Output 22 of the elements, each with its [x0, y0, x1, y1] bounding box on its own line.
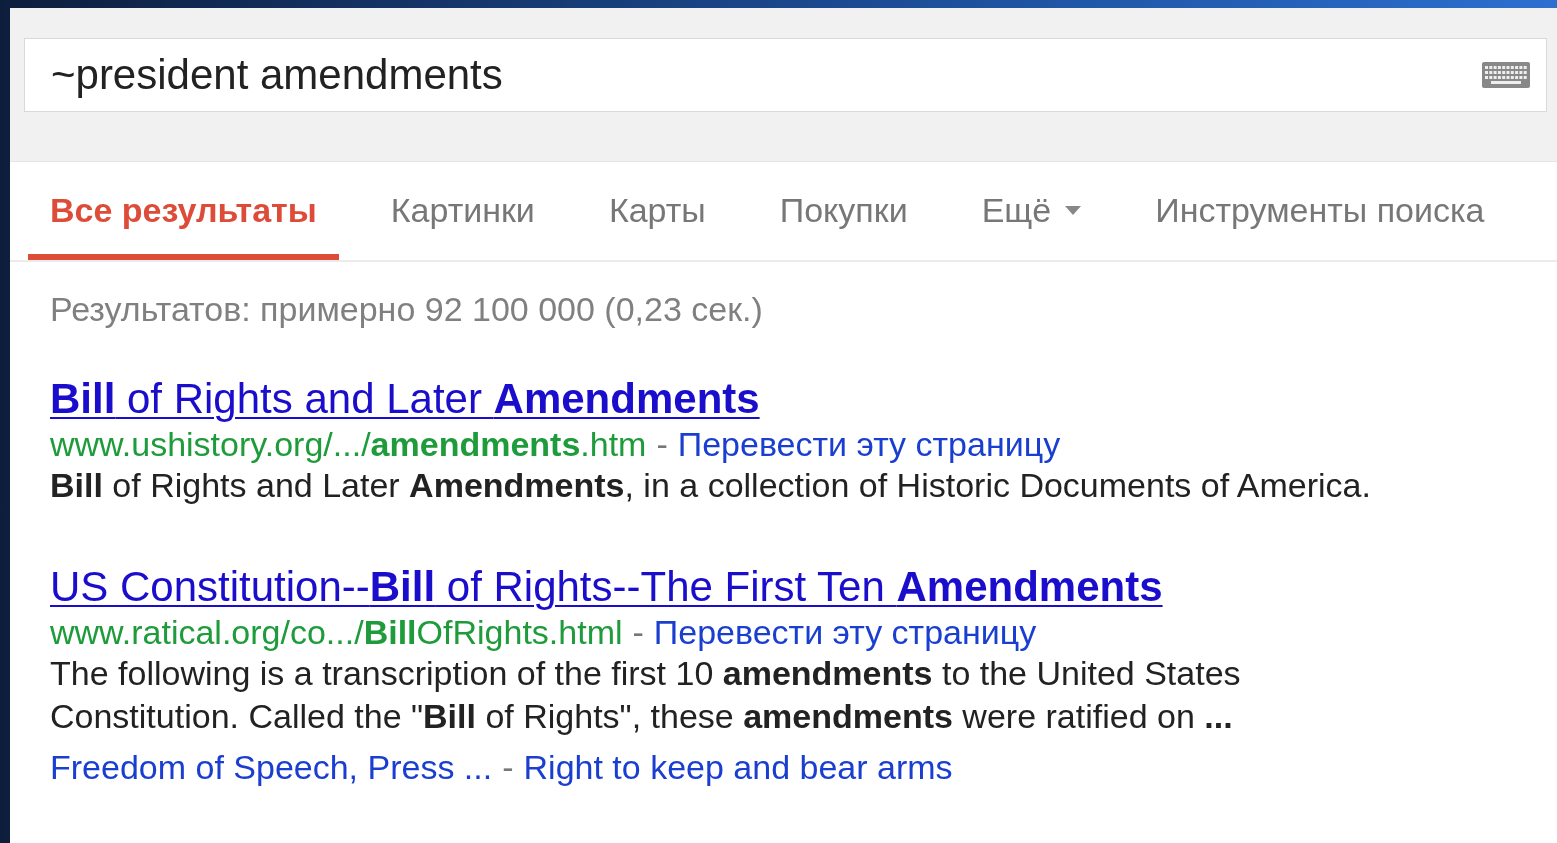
- search-field[interactable]: ~president amendments: [24, 38, 1547, 112]
- tab[interactable]: Картинки: [368, 161, 557, 260]
- result-url: www.ratical.org/co.../BillOfRights.html: [50, 613, 623, 652]
- more-tab[interactable]: Ещё: [959, 161, 1104, 260]
- separator: -: [656, 425, 668, 464]
- result-snippet: The following is a transcription of the first 10 amendments to the United States Constitution. Called the "Bill of Rights", these amendments were ratified on ...: [50, 653, 1242, 737]
- separator: -: [502, 748, 514, 787]
- translate-link[interactable]: Перевести эту страницу: [677, 425, 1061, 464]
- sitelink[interactable]: Freedom of Speech, Press ...: [50, 748, 493, 787]
- result-title-link[interactable]: Bill of Rights and Later Amendments: [50, 375, 760, 423]
- caret-icon: [1065, 206, 1082, 216]
- sitelink[interactable]: Right to keep and bear arms: [523, 748, 953, 787]
- result-stats: Результатов: примерно 92 100 000 (0,23 сек.): [50, 290, 764, 329]
- tab[interactable]: Все результаты: [28, 161, 339, 260]
- tab[interactable]: Карты: [586, 161, 728, 260]
- keyboard-icon[interactable]: [1481, 61, 1531, 89]
- result-title-link[interactable]: US Constitution--Bill of Rights--The First Ten Amendments: [50, 563, 1163, 611]
- search-tools-button[interactable]: Инструменты поиска: [1133, 161, 1507, 260]
- tab[interactable]: Покупки: [757, 161, 930, 260]
- translate-link[interactable]: Перевести эту страницу: [653, 613, 1037, 652]
- separator: -: [632, 613, 644, 652]
- result-snippet: Bill of Rights and Later Amendments, in a collection of Historic Documents of America.: [50, 465, 1372, 506]
